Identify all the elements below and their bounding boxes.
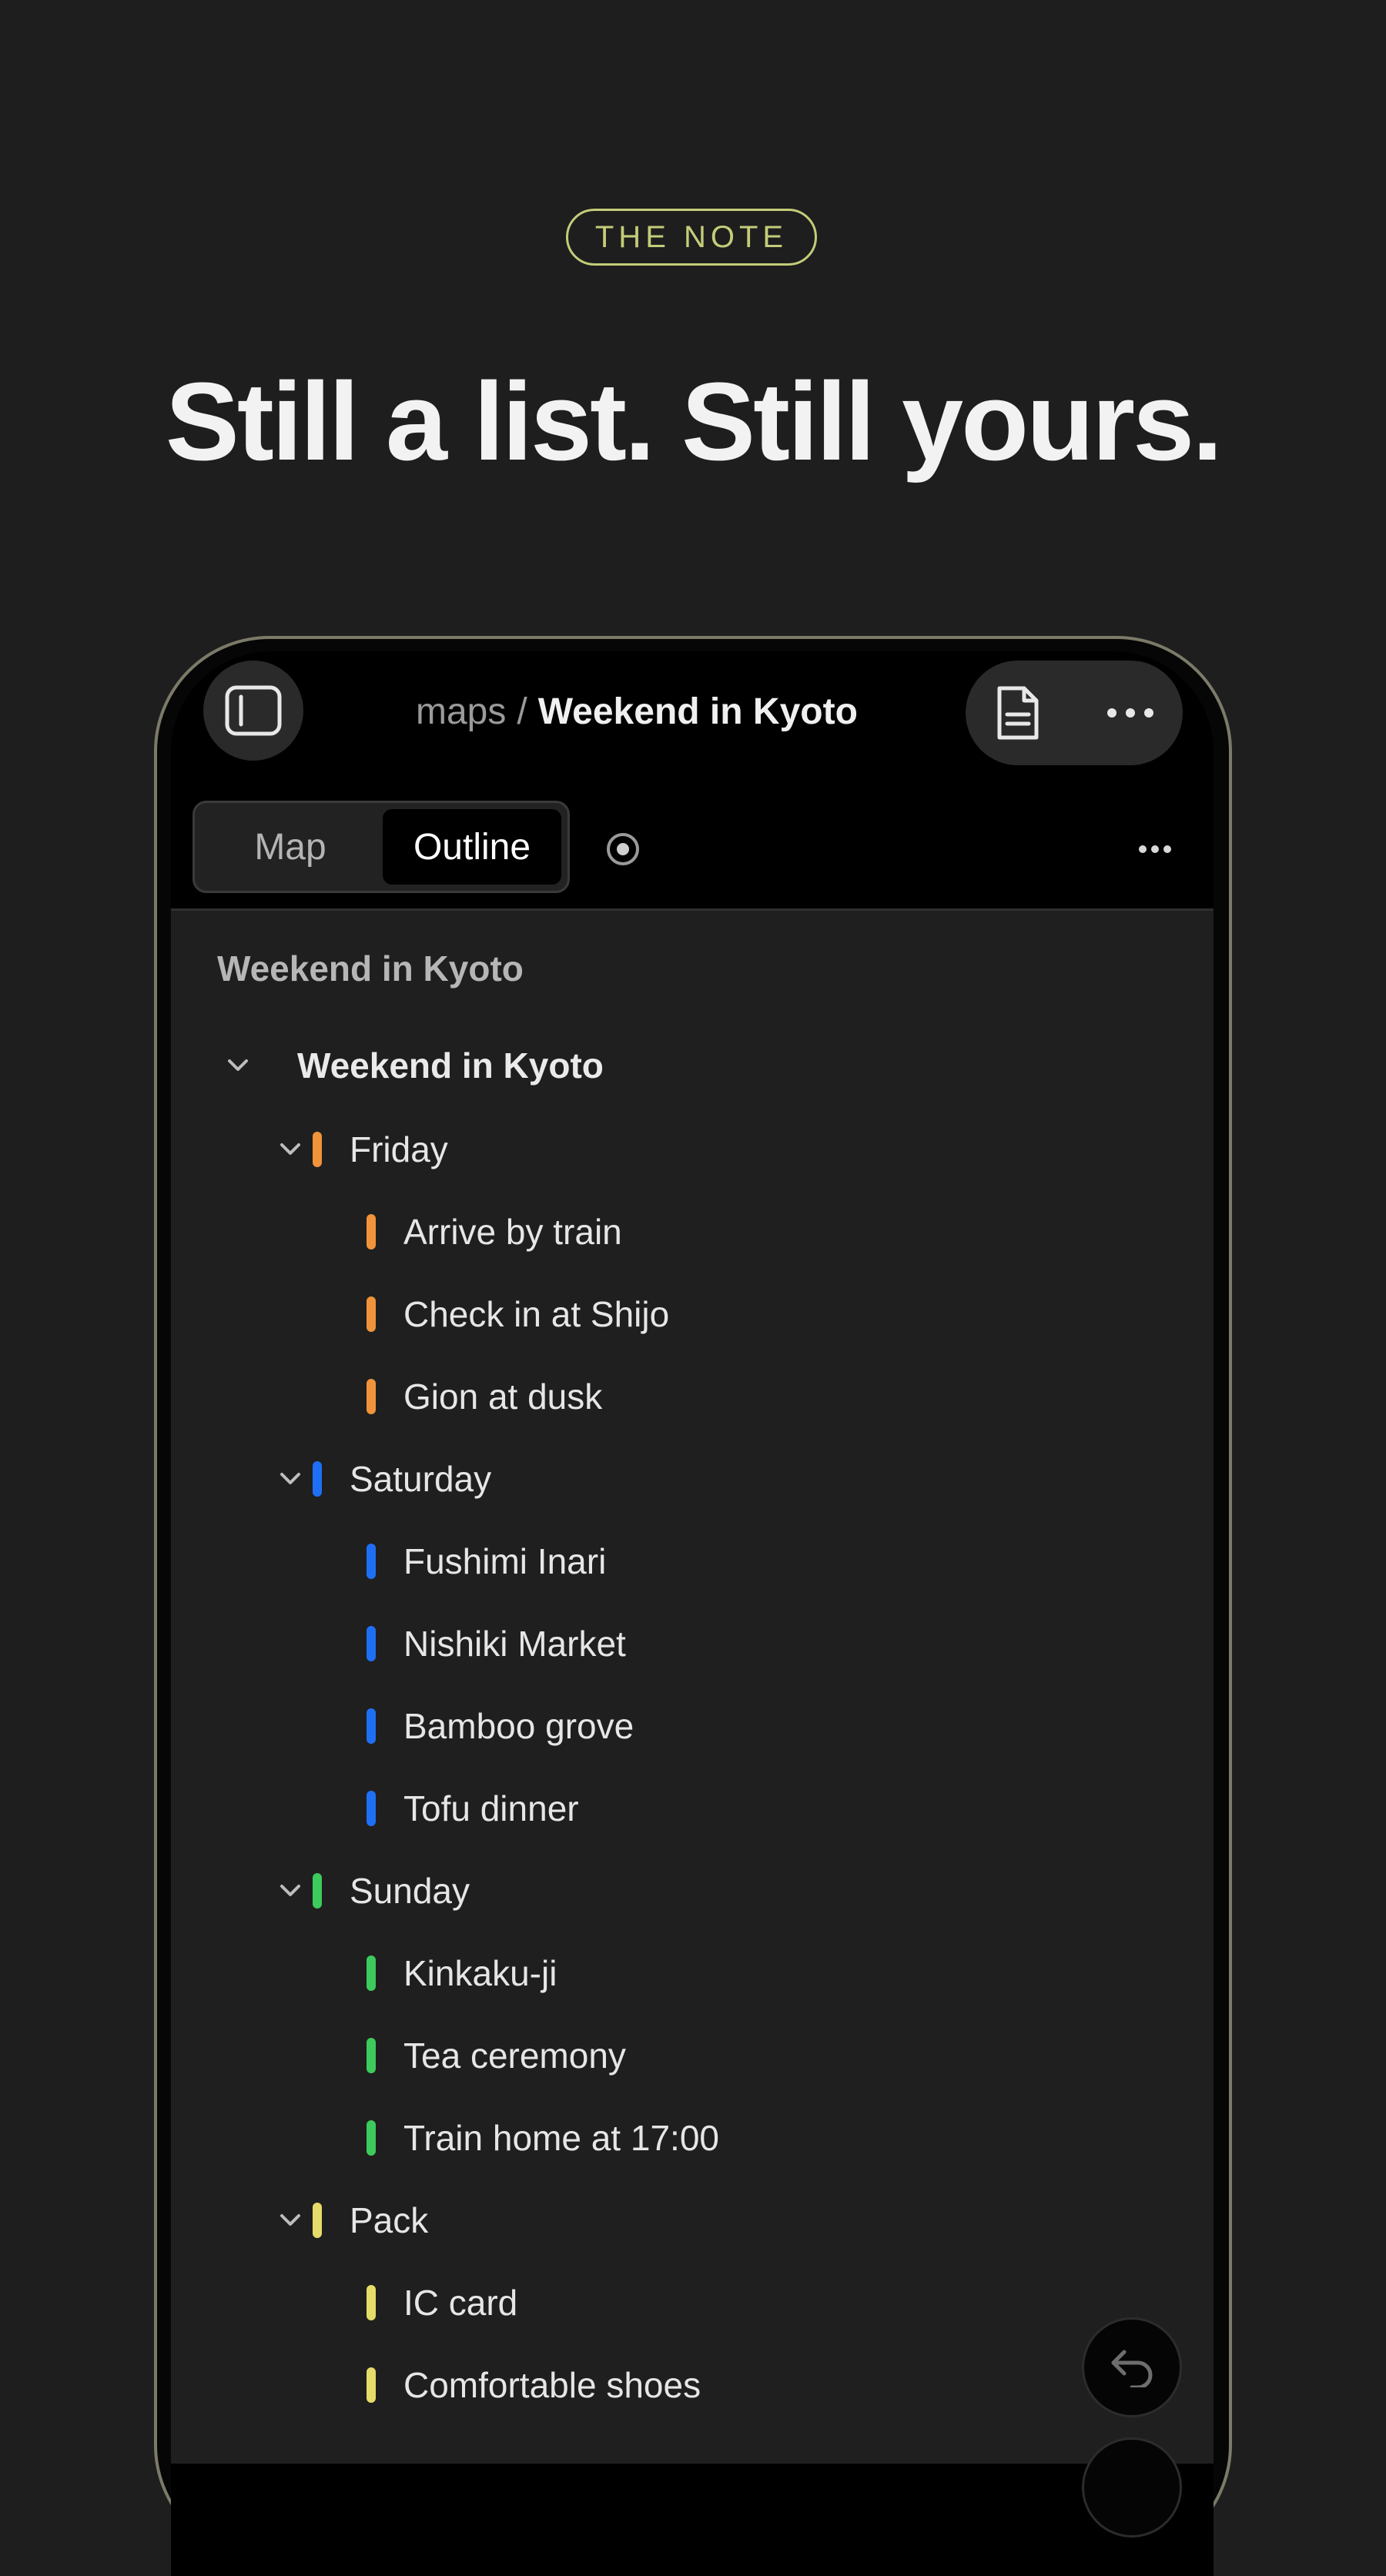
outline-item-color-bar <box>367 1955 376 1991</box>
undo-button[interactable] <box>1082 2317 1182 2417</box>
outline-item-color-bar <box>367 1626 376 1661</box>
outline-root-chevron[interactable] <box>225 1052 251 1079</box>
outline-item-color-bar <box>367 2367 376 2403</box>
chevron-down-icon <box>228 1059 248 1071</box>
chevron-down-icon <box>280 1473 300 1484</box>
document-button[interactable] <box>993 681 1043 745</box>
tab-map[interactable]: Map <box>201 809 380 885</box>
breadcrumb-parent[interactable]: maps <box>416 691 506 732</box>
outline-group-chevron[interactable] <box>277 1878 303 1904</box>
outline-root-label[interactable]: Weekend in Kyoto <box>297 1042 604 1089</box>
outline-group-color-bar <box>313 1873 322 1909</box>
more-button[interactable] <box>1101 696 1160 730</box>
outline-item-color-bar <box>367 1791 376 1826</box>
document-icon <box>997 686 1039 740</box>
chevron-down-icon <box>280 1885 300 1896</box>
outline-item-label[interactable]: Tofu dinner <box>403 1785 579 1832</box>
outline-item-label[interactable]: Comfortable shoes <box>403 2362 701 2408</box>
outline-item-color-bar <box>367 2120 376 2156</box>
outline-item-label[interactable]: Tea ceremony <box>403 2032 626 2079</box>
outline-group-color-bar <box>313 1132 322 1167</box>
outline-item-label[interactable]: Train home at 17:00 <box>403 2115 719 2161</box>
breadcrumb: maps / Weekend in Kyoto <box>416 685 858 739</box>
outline-item-label[interactable]: Check in at Shijo <box>403 1291 669 1337</box>
outline-item-label[interactable]: Arrive by train <box>403 1209 622 1255</box>
secondary-floating-button[interactable] <box>1082 2437 1182 2538</box>
section-badge: THE NOTE <box>566 209 817 266</box>
ellipsis-icon <box>1139 845 1171 853</box>
focus-button[interactable] <box>604 830 642 868</box>
undo-icon <box>1111 2350 1153 2387</box>
outline-item-label[interactable]: IC card <box>403 2280 517 2326</box>
view-switcher: Map Outline <box>192 801 570 893</box>
outline-item-color-bar <box>367 2285 376 2320</box>
chevron-down-icon <box>280 1143 300 1155</box>
outline-group-chevron[interactable] <box>277 2207 303 2233</box>
outline-item-color-bar <box>367 1214 376 1250</box>
outline-panel <box>171 911 1214 2464</box>
outline-more-button[interactable] <box>1137 839 1173 859</box>
outline-item-color-bar <box>367 2038 376 2073</box>
outline-group-color-bar <box>313 2203 322 2238</box>
sidebar-toggle-icon <box>225 685 282 736</box>
tab-outline[interactable]: Outline <box>383 809 561 885</box>
outline-item-label[interactable]: Nishiki Market <box>403 1621 626 1667</box>
outline-group-label[interactable]: Friday <box>350 1126 448 1173</box>
page-headline: Still a list. Still yours. <box>165 360 1223 483</box>
outline-item-color-bar <box>367 1379 376 1414</box>
outline-item-label[interactable]: Bamboo grove <box>403 1703 634 1749</box>
outline-group-chevron[interactable] <box>277 1466 303 1492</box>
outline-item-label[interactable]: Gion at dusk <box>403 1373 602 1420</box>
outline-group-color-bar <box>313 1461 322 1497</box>
outline-group-label[interactable]: Sunday <box>350 1868 470 1914</box>
outline-item-label[interactable]: Fushimi Inari <box>403 1538 606 1584</box>
breadcrumb-current: Weekend in Kyoto <box>537 691 858 732</box>
outline-item-color-bar <box>367 1296 376 1332</box>
outline-item-color-bar <box>367 1544 376 1579</box>
outline-item-color-bar <box>367 1708 376 1744</box>
focus-icon <box>607 833 639 865</box>
breadcrumb-separator: / <box>517 691 527 732</box>
outline-group-label[interactable]: Pack <box>350 2197 428 2243</box>
document-title: Weekend in Kyoto <box>217 948 524 989</box>
chevron-down-icon <box>280 2214 300 2226</box>
outline-group-label[interactable]: Saturday <box>350 1456 491 1502</box>
sidebar-toggle-button[interactable] <box>203 661 303 761</box>
outline-group-chevron[interactable] <box>277 1136 303 1163</box>
outline-item-label[interactable]: Kinkaku-ji <box>403 1950 557 1996</box>
ellipsis-icon <box>1107 708 1153 718</box>
